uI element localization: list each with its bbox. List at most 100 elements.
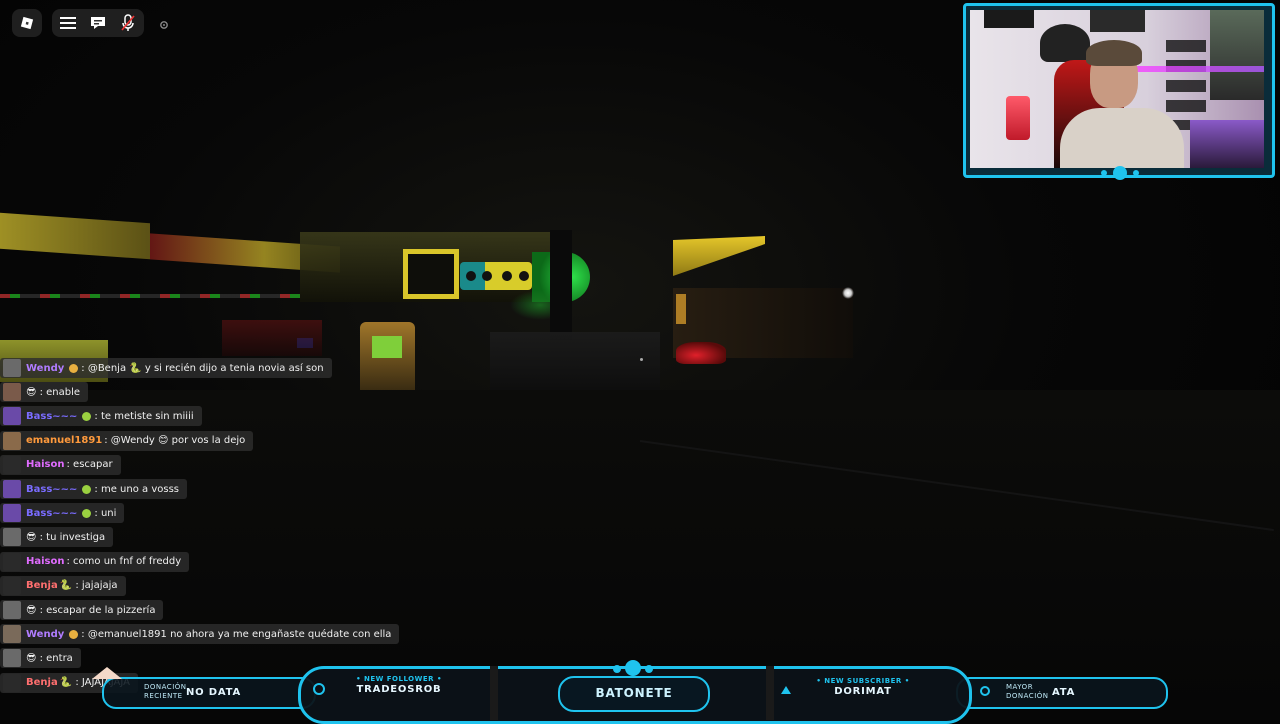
channel-dot-left <box>613 665 621 673</box>
divider-right <box>766 666 774 720</box>
pillar <box>550 230 572 340</box>
chat-message: Wendy : @Benja 🐍 y si recién dijo a tenia… <box>0 358 332 378</box>
chat-username: Bass~~~ <box>26 410 78 422</box>
chat-text: : escapar <box>66 459 113 471</box>
chat-avatar <box>3 431 21 450</box>
chat-text: : @Benja 🐍 y si recién dijo a tenia novi… <box>81 362 324 374</box>
streamer-hair <box>1086 40 1142 66</box>
donation-value: NO DATA <box>186 687 241 698</box>
poster-mid <box>1040 24 1090 62</box>
chat-text: 😎 : escapar de la pizzería <box>26 604 156 616</box>
top-donation-panel: MAYOR DONACIÓN ATA <box>956 677 1168 709</box>
tube-hole-1 <box>466 271 476 281</box>
follower-label: • NEW FOLLOWER • <box>356 675 442 683</box>
chat-text: : @emanuel1891 no ahora ya me engañaste … <box>81 628 392 640</box>
chat-message: Haison: como un fnf of freddy <box>0 551 190 572</box>
chat-username: Bass~~~ <box>26 483 78 495</box>
red-car <box>676 342 726 364</box>
chat-avatar <box>3 359 21 377</box>
shoe-wall <box>1166 40 1206 130</box>
menu-icon[interactable] <box>58 13 78 33</box>
roblox-topbar <box>12 9 174 37</box>
chat-text: : me uno a vosss <box>94 483 179 495</box>
chat-message: 😎 : tu investiga <box>0 527 114 548</box>
webcam-feed <box>970 10 1264 168</box>
chat-message: Haison: escapar <box>0 454 121 475</box>
top-donation-value: ATA <box>1052 687 1076 698</box>
chat-avatar <box>3 552 21 571</box>
chat-avatar <box>3 528 21 547</box>
channel-name-panel: BATONETE <box>558 676 710 712</box>
chat-message: Bass~~~ : uni <box>0 503 125 524</box>
chat-text: : como un fnf of freddy <box>66 556 182 568</box>
roblox-menu-button[interactable] <box>12 9 42 37</box>
chat-avatar <box>3 383 21 402</box>
user-icon <box>313 683 325 695</box>
chat-text: 🐍 : jajajaja <box>59 580 118 592</box>
chat-emote-badge <box>69 363 79 373</box>
streamer-body <box>1060 108 1184 168</box>
chat-avatar <box>3 480 21 498</box>
chat-text: 😎 : enable <box>26 386 81 398</box>
chat-text: : uni <box>94 507 117 519</box>
chat-message: emanuel1891: @Wendy 😊 por vos la dejo <box>0 430 254 451</box>
yellow-sign <box>403 249 459 299</box>
donation-label: DONACIÓN RECIENTE <box>144 683 187 700</box>
settings-icon[interactable] <box>154 15 174 35</box>
chat-emote-badge <box>82 484 92 494</box>
webcam-dot-left <box>1101 170 1107 176</box>
chat-username: Benja <box>26 580 58 592</box>
desk-items <box>1190 120 1264 168</box>
chat-emote-badge <box>82 508 92 518</box>
chat-avatar <box>3 601 21 619</box>
chat-emote-badge <box>82 411 92 421</box>
wall-lights <box>0 294 300 298</box>
webcam-overlay <box>963 3 1275 180</box>
tube-hole-4 <box>519 271 529 281</box>
divider-left <box>490 666 498 720</box>
chat-icon[interactable] <box>88 13 108 33</box>
wall-stripe-yellow <box>0 212 150 260</box>
chat-emote-badge <box>69 629 79 639</box>
triangle-icon <box>92 667 122 679</box>
chat-avatar <box>3 455 21 474</box>
subscriber-value: DORIMAT <box>834 686 892 697</box>
crown-icon <box>781 686 791 694</box>
red-booth <box>222 320 322 356</box>
red-lamp <box>1006 96 1030 140</box>
orange-light <box>676 294 686 324</box>
follower-value: TRADEOSROB <box>356 684 442 695</box>
chat-avatar <box>3 407 21 426</box>
mic-muted-icon[interactable] <box>118 13 138 33</box>
chat-username: emanuel1891 <box>26 435 103 447</box>
chat-text: : @Wendy 😊 por vos la dejo <box>104 435 246 447</box>
info-icon <box>980 686 990 696</box>
chat-avatar <box>3 625 21 644</box>
chat-message: 😎 : escapar de la pizzería <box>0 600 164 620</box>
channel-dot-top <box>625 660 641 676</box>
right-ceiling-yellow <box>673 236 765 276</box>
chat-message: Wendy : @emanuel1891 no ahora ya me engañ… <box>0 624 400 645</box>
webcam-bottom-dot <box>1113 166 1127 180</box>
webcam-dot-right <box>1133 170 1139 176</box>
chat-message: 😎 : enable <box>0 382 89 403</box>
channel-dot-right <box>645 665 653 673</box>
topbar-group <box>52 9 144 37</box>
chat-username: Wendy <box>26 362 65 374</box>
chat-message: Benja 🐍 : jajajaja <box>0 575 126 596</box>
arcade-screen <box>372 336 402 358</box>
tube-hole-3 <box>502 271 512 281</box>
poster-cat <box>1090 10 1145 32</box>
chat-text: 😎 : tu investiga <box>26 531 106 543</box>
stream-info-bar: DONACIÓN RECIENTE NO DATA MAYOR DONACIÓN… <box>0 660 1280 724</box>
chat-username: Haison <box>26 459 65 471</box>
crosshair <box>640 358 643 361</box>
chat-avatar <box>3 576 21 595</box>
chat-avatar <box>3 504 21 523</box>
tube-hole-2 <box>482 271 492 281</box>
chat-message: Bass~~~ : me uno a vosss <box>0 479 187 499</box>
chat-username: Haison <box>26 556 65 568</box>
chat-username: Wendy <box>26 628 65 640</box>
roblox-logo-icon <box>17 13 37 33</box>
chat-username: Bass~~~ <box>26 507 78 519</box>
